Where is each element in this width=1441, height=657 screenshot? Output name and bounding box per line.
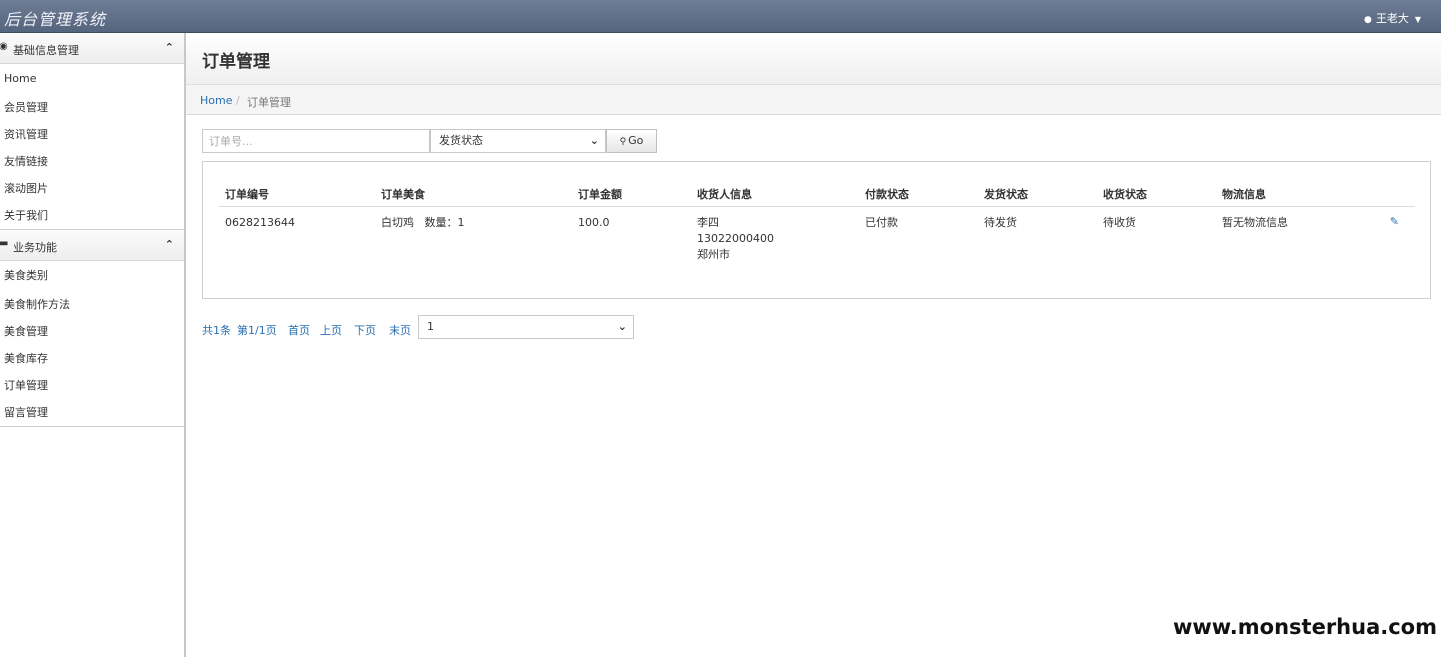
breadcrumb-separator: / bbox=[236, 94, 240, 107]
column-header-order-no: 订单编号 bbox=[225, 188, 269, 201]
cell-ship-status: 待发货 bbox=[984, 216, 1017, 229]
receiver-phone: 13022000400 bbox=[697, 232, 774, 245]
breadcrumb: Home / 订单管理 bbox=[186, 85, 1441, 115]
caret-down-icon: ▼ bbox=[1414, 15, 1421, 24]
cell-pay-status: 已付款 bbox=[865, 216, 898, 229]
receiver-name: 李四 bbox=[697, 216, 719, 229]
sidebar-item-about-us[interactable]: 关于我们 bbox=[0, 202, 184, 229]
column-header-food: 订单美食 bbox=[381, 188, 425, 201]
pager-page-info: 第1/1页 bbox=[237, 324, 277, 337]
main-content: 订单管理 Home / 订单管理 发货状态 ⌄ ⚲Go 订单编号 订单美食 订单… bbox=[186, 33, 1441, 657]
sidebar-item-members[interactable]: 会员管理 bbox=[0, 94, 184, 121]
chevron-up-icon: ⌃ bbox=[164, 238, 174, 251]
user-menu[interactable]: ● 王老大 ▼ bbox=[1364, 10, 1421, 26]
cell-food: 白切鸡 数量：1 bbox=[381, 216, 465, 229]
column-header-logistics: 物流信息 bbox=[1222, 188, 1266, 201]
pager-next-link[interactable]: 下页 bbox=[354, 322, 376, 338]
briefcase-icon: ▬ bbox=[0, 238, 9, 249]
watermark: www.monsterhua.com bbox=[1170, 613, 1439, 641]
sidebar-item-food-stock[interactable]: 美食库存 bbox=[0, 345, 184, 372]
sidebar-group-label: 业务功能 bbox=[13, 241, 57, 254]
ship-status-selected: 发货状态 bbox=[439, 134, 483, 147]
cell-order-no: 0628213644 bbox=[225, 216, 295, 229]
table-row: 0628213644 白切鸡 数量：1 100.0 李四 13022000400… bbox=[219, 207, 1415, 267]
cell-receive-status: 待收货 bbox=[1103, 216, 1136, 229]
app-title: 后台管理系统 bbox=[4, 10, 107, 29]
pager-prev-link[interactable]: 上页 bbox=[320, 322, 342, 338]
sidebar-item-home[interactable]: Home bbox=[0, 64, 184, 94]
sidebar-item-food-categories[interactable]: 美食类别 bbox=[0, 261, 184, 291]
breadcrumb-home-link[interactable]: Home bbox=[200, 94, 232, 107]
sidebar-item-links[interactable]: 友情链接 bbox=[0, 148, 184, 175]
sidebar-group-basic-info[interactable]: ◉ 基础信息管理 ⌃ bbox=[0, 33, 184, 64]
sidebar: ◉ 基础信息管理 ⌃ Home 会员管理 资讯管理 友情链接 滚动图片 关于我们… bbox=[0, 33, 186, 657]
sidebar-item-recipes[interactable]: 美食制作方法 bbox=[0, 291, 184, 318]
sidebar-item-messages[interactable]: 留言管理 bbox=[0, 399, 184, 426]
user-name: 王老大 bbox=[1375, 12, 1409, 25]
sidebar-group-business[interactable]: ▬ 业务功能 ⌃ bbox=[0, 230, 184, 261]
chevron-up-icon: ⌃ bbox=[164, 41, 174, 54]
page-number-selected: 1 bbox=[427, 320, 434, 333]
cell-receiver: 李四 13022000400 郑州市 bbox=[697, 215, 774, 263]
chevron-down-icon: ⌄ bbox=[589, 134, 599, 147]
go-button-label: Go bbox=[628, 134, 644, 147]
sidebar-group-business-items: 美食类别 美食制作方法 美食管理 美食库存 订单管理 留言管理 bbox=[0, 261, 184, 427]
sidebar-item-orders[interactable]: 订单管理 bbox=[0, 372, 184, 399]
sidebar-group-label: 基础信息管理 bbox=[13, 44, 79, 57]
ship-status-select[interactable]: 发货状态 ⌄ bbox=[430, 129, 606, 153]
column-header-pay-status: 付款状态 bbox=[865, 188, 909, 201]
column-header-receiver: 收货人信息 bbox=[697, 188, 752, 201]
page-header: 订单管理 bbox=[186, 33, 1441, 85]
chevron-down-icon: ⌄ bbox=[617, 320, 627, 333]
cell-amount: 100.0 bbox=[578, 216, 610, 229]
page-number-select[interactable]: 1 ⌄ bbox=[418, 315, 634, 339]
sidebar-group-basic-info-items: Home 会员管理 资讯管理 友情链接 滚动图片 关于我们 bbox=[0, 64, 184, 230]
pager-first-link[interactable]: 首页 bbox=[288, 322, 310, 338]
pager-last-link[interactable]: 末页 bbox=[389, 322, 411, 338]
column-header-receive-status: 收货状态 bbox=[1103, 188, 1147, 201]
edit-pencil-icon[interactable]: ✎ bbox=[1390, 215, 1399, 228]
user-icon: ● bbox=[1363, 15, 1372, 25]
page-title: 订单管理 bbox=[202, 52, 270, 72]
cell-logistics: 暂无物流信息 bbox=[1222, 216, 1288, 229]
column-header-amount: 订单金额 bbox=[578, 188, 622, 201]
orders-table: 订单编号 订单美食 订单金额 收货人信息 付款状态 发货状态 收货状态 物流信息… bbox=[202, 161, 1431, 299]
sidebar-item-food-management[interactable]: 美食管理 bbox=[0, 318, 184, 345]
sidebar-item-news[interactable]: 资讯管理 bbox=[0, 121, 184, 148]
table-header-row: 订单编号 订单美食 订单金额 收货人信息 付款状态 发货状态 收货状态 物流信息 bbox=[219, 179, 1415, 207]
search-icon: ⚲ bbox=[619, 137, 627, 147]
sidebar-item-slider-images[interactable]: 滚动图片 bbox=[0, 175, 184, 202]
order-number-input[interactable] bbox=[202, 129, 430, 153]
globe-icon: ◉ bbox=[0, 41, 8, 52]
go-button[interactable]: ⚲ Go bbox=[606, 129, 657, 153]
pager-total: 共1条 bbox=[202, 324, 231, 337]
breadcrumb-current: 订单管理 bbox=[247, 96, 291, 109]
top-navbar: 后台管理系统 ● 王老大 ▼ bbox=[0, 0, 1441, 33]
column-header-ship-status: 发货状态 bbox=[984, 188, 1028, 201]
receiver-city: 郑州市 bbox=[697, 248, 730, 261]
